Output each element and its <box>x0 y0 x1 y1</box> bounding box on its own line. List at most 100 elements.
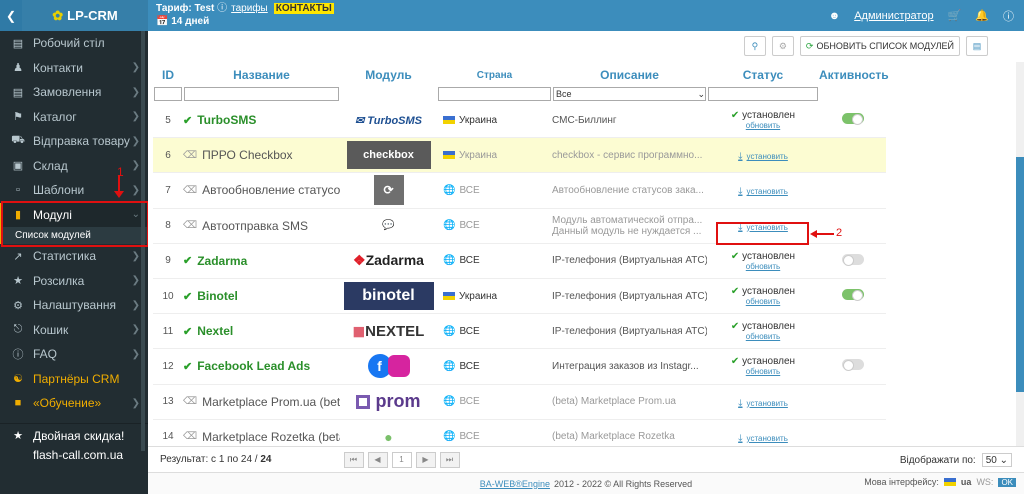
cell-description: IP-телефония (Виртуальная АТС) <box>552 255 707 266</box>
active-toggle[interactable] <box>841 359 864 372</box>
document-icon: ▤ <box>972 40 982 51</box>
prev-page-button[interactable]: ◀ <box>367 451 388 468</box>
globe-icon: 🌐 <box>443 325 456 337</box>
main-scrollbar[interactable] <box>1016 62 1024 477</box>
settings-button[interactable]: ⚙ <box>771 36 794 56</box>
filter-status[interactable] <box>708 87 818 101</box>
search-button[interactable]: ⚲ <box>743 36 766 56</box>
export-button[interactable]: ▤ <box>966 36 988 56</box>
chevron-right-icon: ❯ <box>131 86 140 98</box>
install-link[interactable]: ⤓ установить <box>738 433 788 444</box>
sidebar-item-contacts[interactable]: ♟ Контакти ❯ <box>0 56 148 81</box>
install-link[interactable]: ⤓ установить <box>738 398 788 409</box>
active-toggle[interactable] <box>841 253 864 266</box>
filter-all-option: Все <box>556 89 572 99</box>
cell-name[interactable]: ✔ Nextel <box>183 324 340 338</box>
module-logo: ❖Zadarma <box>353 252 424 269</box>
module-name: Marketplace Prom.ua (beta) <box>202 394 340 409</box>
refresh-modules-button[interactable]: ⟳ ОБНОВИТЬ СПИСОК МОДУЛЕЙ <box>799 36 960 56</box>
next-page-button[interactable]: ▶ <box>415 451 436 468</box>
sidebar-item-statistics[interactable]: ↗ Статистика ❯ <box>0 244 148 269</box>
sidebar-toggle-icon[interactable]: ❮ <box>0 0 22 31</box>
globe-icon: 🌐 <box>443 255 456 267</box>
cell-name[interactable]: ⌫ Автоотправка SMS <box>183 219 340 233</box>
cart-icon[interactable]: 🛒 <box>948 9 962 22</box>
cell-name[interactable]: ⌫ Marketplace Rozetka (beta) <box>183 430 340 444</box>
bell-icon[interactable]: 🔔 <box>975 9 989 22</box>
module-logo: f <box>367 352 410 380</box>
contacts-link[interactable]: КОНТАКТЫ <box>273 3 334 14</box>
cell-status: ✔ установлен обновить <box>707 251 819 271</box>
first-page-button[interactable]: ⏮ <box>343 451 364 468</box>
header-module[interactable]: Модуль <box>340 68 437 82</box>
header-name[interactable]: Название <box>183 68 340 82</box>
install-link[interactable]: ⤓ установить <box>738 151 788 162</box>
sidebar-item-trash[interactable]: ⎋ Кошик ❯ <box>0 318 148 343</box>
filter-country[interactable] <box>438 87 551 101</box>
sidebar-item-shipping[interactable]: ⛟ Відправка товару ❯ <box>0 129 148 154</box>
active-toggle[interactable] <box>841 113 864 126</box>
update-link[interactable]: обновить <box>707 297 819 306</box>
sidebar-item-orders[interactable]: ▤ Замовлення ❯ <box>0 80 148 105</box>
sidebar-item-flash-call[interactable]: flash-call.com.ua <box>0 448 148 462</box>
user-name[interactable]: Администратор <box>854 10 933 22</box>
install-text: установить <box>746 398 788 408</box>
language-value[interactable]: ua <box>961 477 972 487</box>
sidebar-item-training[interactable]: ■ «Обучение» ❯ <box>0 391 148 416</box>
results-range: Результат: с 1 по 24 / <box>160 454 258 465</box>
description-text: checkbox - сервис программно... <box>552 149 703 161</box>
sidebar-item-label: «Обучение» <box>33 396 102 411</box>
chevron-right-icon: ❯ <box>131 348 140 360</box>
trash-icon: ⎋ <box>13 323 23 336</box>
table-row: 10 ✔ Binotel binotel Украина IP-телефония (Ви… <box>153 279 886 315</box>
sidebar-item-desktop[interactable]: ▤ Робочий стіл <box>0 31 148 56</box>
update-link[interactable]: обновить <box>707 332 819 341</box>
header-status[interactable]: Статус <box>707 68 819 82</box>
sidebar-item-mailing[interactable]: ★ Розсилка ❯ <box>0 269 148 294</box>
filter-description-select[interactable]: Все ⌄ <box>553 87 706 101</box>
install-link[interactable]: ⤓ установить <box>738 186 788 197</box>
header-active[interactable]: Активность <box>819 68 889 82</box>
info-icon[interactable]: ⓘ <box>217 3 227 14</box>
last-page-button[interactable]: ⏭ <box>439 451 460 468</box>
cell-name[interactable]: ✔ Zadarma <box>183 254 340 268</box>
update-link[interactable]: обновить <box>707 121 819 130</box>
cell-name[interactable]: ⌫ Marketplace Prom.ua (beta) <box>183 395 340 409</box>
sidebar-item-settings[interactable]: ⚙ Налаштування ❯ <box>0 293 148 318</box>
cell-country: 🌐 ВСЕ <box>437 220 552 231</box>
sidebar-item-faq[interactable]: ⓘ FAQ ❯ <box>0 342 148 367</box>
module-name: Facebook Lead Ads <box>197 359 311 374</box>
active-toggle[interactable] <box>841 289 864 302</box>
sidebar-item-double-discount[interactable]: ★ Двойная скидка! <box>0 424 148 449</box>
cell-module-logo: ❖Zadarma <box>340 247 437 275</box>
info-icon[interactable]: ⓘ <box>1003 8 1014 24</box>
sidebar-item-partners[interactable]: ☯ Партнёры CRM <box>0 367 148 392</box>
engine-link[interactable]: BA-WEB®Engine <box>480 479 550 489</box>
check-icon: ✔ <box>730 286 740 298</box>
header-id[interactable]: ID <box>153 68 183 82</box>
update-link[interactable]: обновить <box>707 262 819 271</box>
cell-name[interactable]: ✔ Facebook Lead Ads <box>183 359 340 373</box>
sidebar-item-templates[interactable]: ▫ Шаблони ❯ <box>0 178 148 203</box>
sidebar-item-catalog[interactable]: ⚑ Каталог ❯ <box>0 105 148 130</box>
cell-description: Интеграция заказов из Instagr... <box>552 361 707 372</box>
filter-id[interactable] <box>154 87 182 101</box>
update-link[interactable]: обновить <box>707 367 819 376</box>
cell-name[interactable]: ⌫ ПРРО Checkbox <box>183 148 340 162</box>
chevron-right-icon: ❯ <box>131 299 140 311</box>
sidebar-item-warehouse[interactable]: ▣ Склад ❯ <box>0 154 148 179</box>
chart-icon: ↗ <box>13 250 23 263</box>
cell-id: 7 <box>165 184 171 196</box>
cell-name[interactable]: ⌫ Автообновление статусов <box>183 183 340 197</box>
cell-name[interactable]: ✔ Binotel <box>183 289 340 303</box>
header-description[interactable]: Описание <box>552 70 707 81</box>
tariffs-link[interactable]: тарифы <box>231 3 268 14</box>
page-number-input[interactable]: 1 <box>391 451 412 468</box>
logo[interactable]: ✿ LP-CRM <box>22 0 148 31</box>
header-country[interactable]: Страна <box>437 70 552 81</box>
cell-name[interactable]: ✔ TurboSMS <box>183 113 340 127</box>
per-page-select[interactable]: 50 ⌄ <box>981 453 1012 467</box>
filter-name[interactable] <box>184 87 339 101</box>
scrollbar-thumb[interactable] <box>1016 157 1024 392</box>
search-icon: ⚲ <box>751 40 759 51</box>
